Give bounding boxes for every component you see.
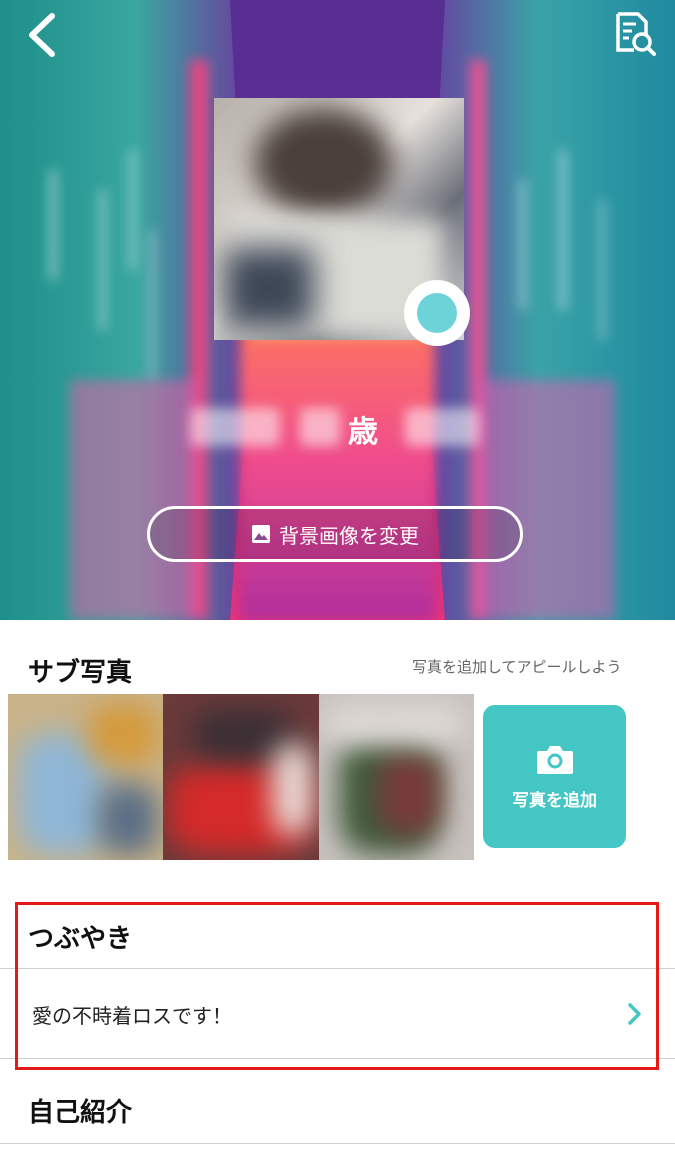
- divider: [0, 1143, 675, 1144]
- sub-photo[interactable]: [8, 694, 164, 860]
- sub-photos-hint: 写真を追加してアピールしよう: [412, 658, 622, 676]
- chevron-left-icon: [29, 13, 55, 57]
- profile-check-button[interactable]: [608, 8, 658, 58]
- tweet-section-title: つぶやき: [28, 924, 133, 954]
- tweet-row[interactable]: 愛の不時着ロスです！: [0, 970, 675, 1058]
- blurred-name: [300, 408, 340, 446]
- blurred-name: [190, 408, 280, 446]
- add-photo-button[interactable]: 写真を追加: [483, 705, 626, 848]
- chevron-right-icon: [628, 1003, 641, 1025]
- divider: [0, 968, 675, 969]
- profile-header: 歳 背景画像を変更: [0, 0, 675, 620]
- document-search-icon: [616, 12, 656, 56]
- sub-photo[interactable]: [163, 694, 319, 860]
- name-age-row: 歳: [190, 405, 480, 450]
- back-button[interactable]: [22, 10, 66, 60]
- sub-photo[interactable]: [318, 694, 474, 860]
- camera-icon: [536, 746, 573, 774]
- add-photo-label: 写真を追加: [512, 791, 597, 811]
- change-background-label: 背景画像を変更: [279, 523, 419, 548]
- image-icon: [252, 525, 270, 543]
- age-label: 歳: [348, 415, 378, 450]
- self-intro-title: 自己紹介: [28, 1098, 133, 1128]
- sub-photos-title: サブ写真: [28, 658, 133, 688]
- tweet-text: 愛の不時着ロスです！: [32, 1004, 232, 1028]
- profile-photo[interactable]: [214, 98, 470, 346]
- verified-badge-icon: [404, 280, 470, 346]
- sub-photo-strip: [8, 694, 474, 860]
- divider: [0, 1058, 675, 1059]
- blurred-location: [405, 408, 480, 446]
- change-background-button[interactable]: 背景画像を変更: [147, 506, 523, 562]
